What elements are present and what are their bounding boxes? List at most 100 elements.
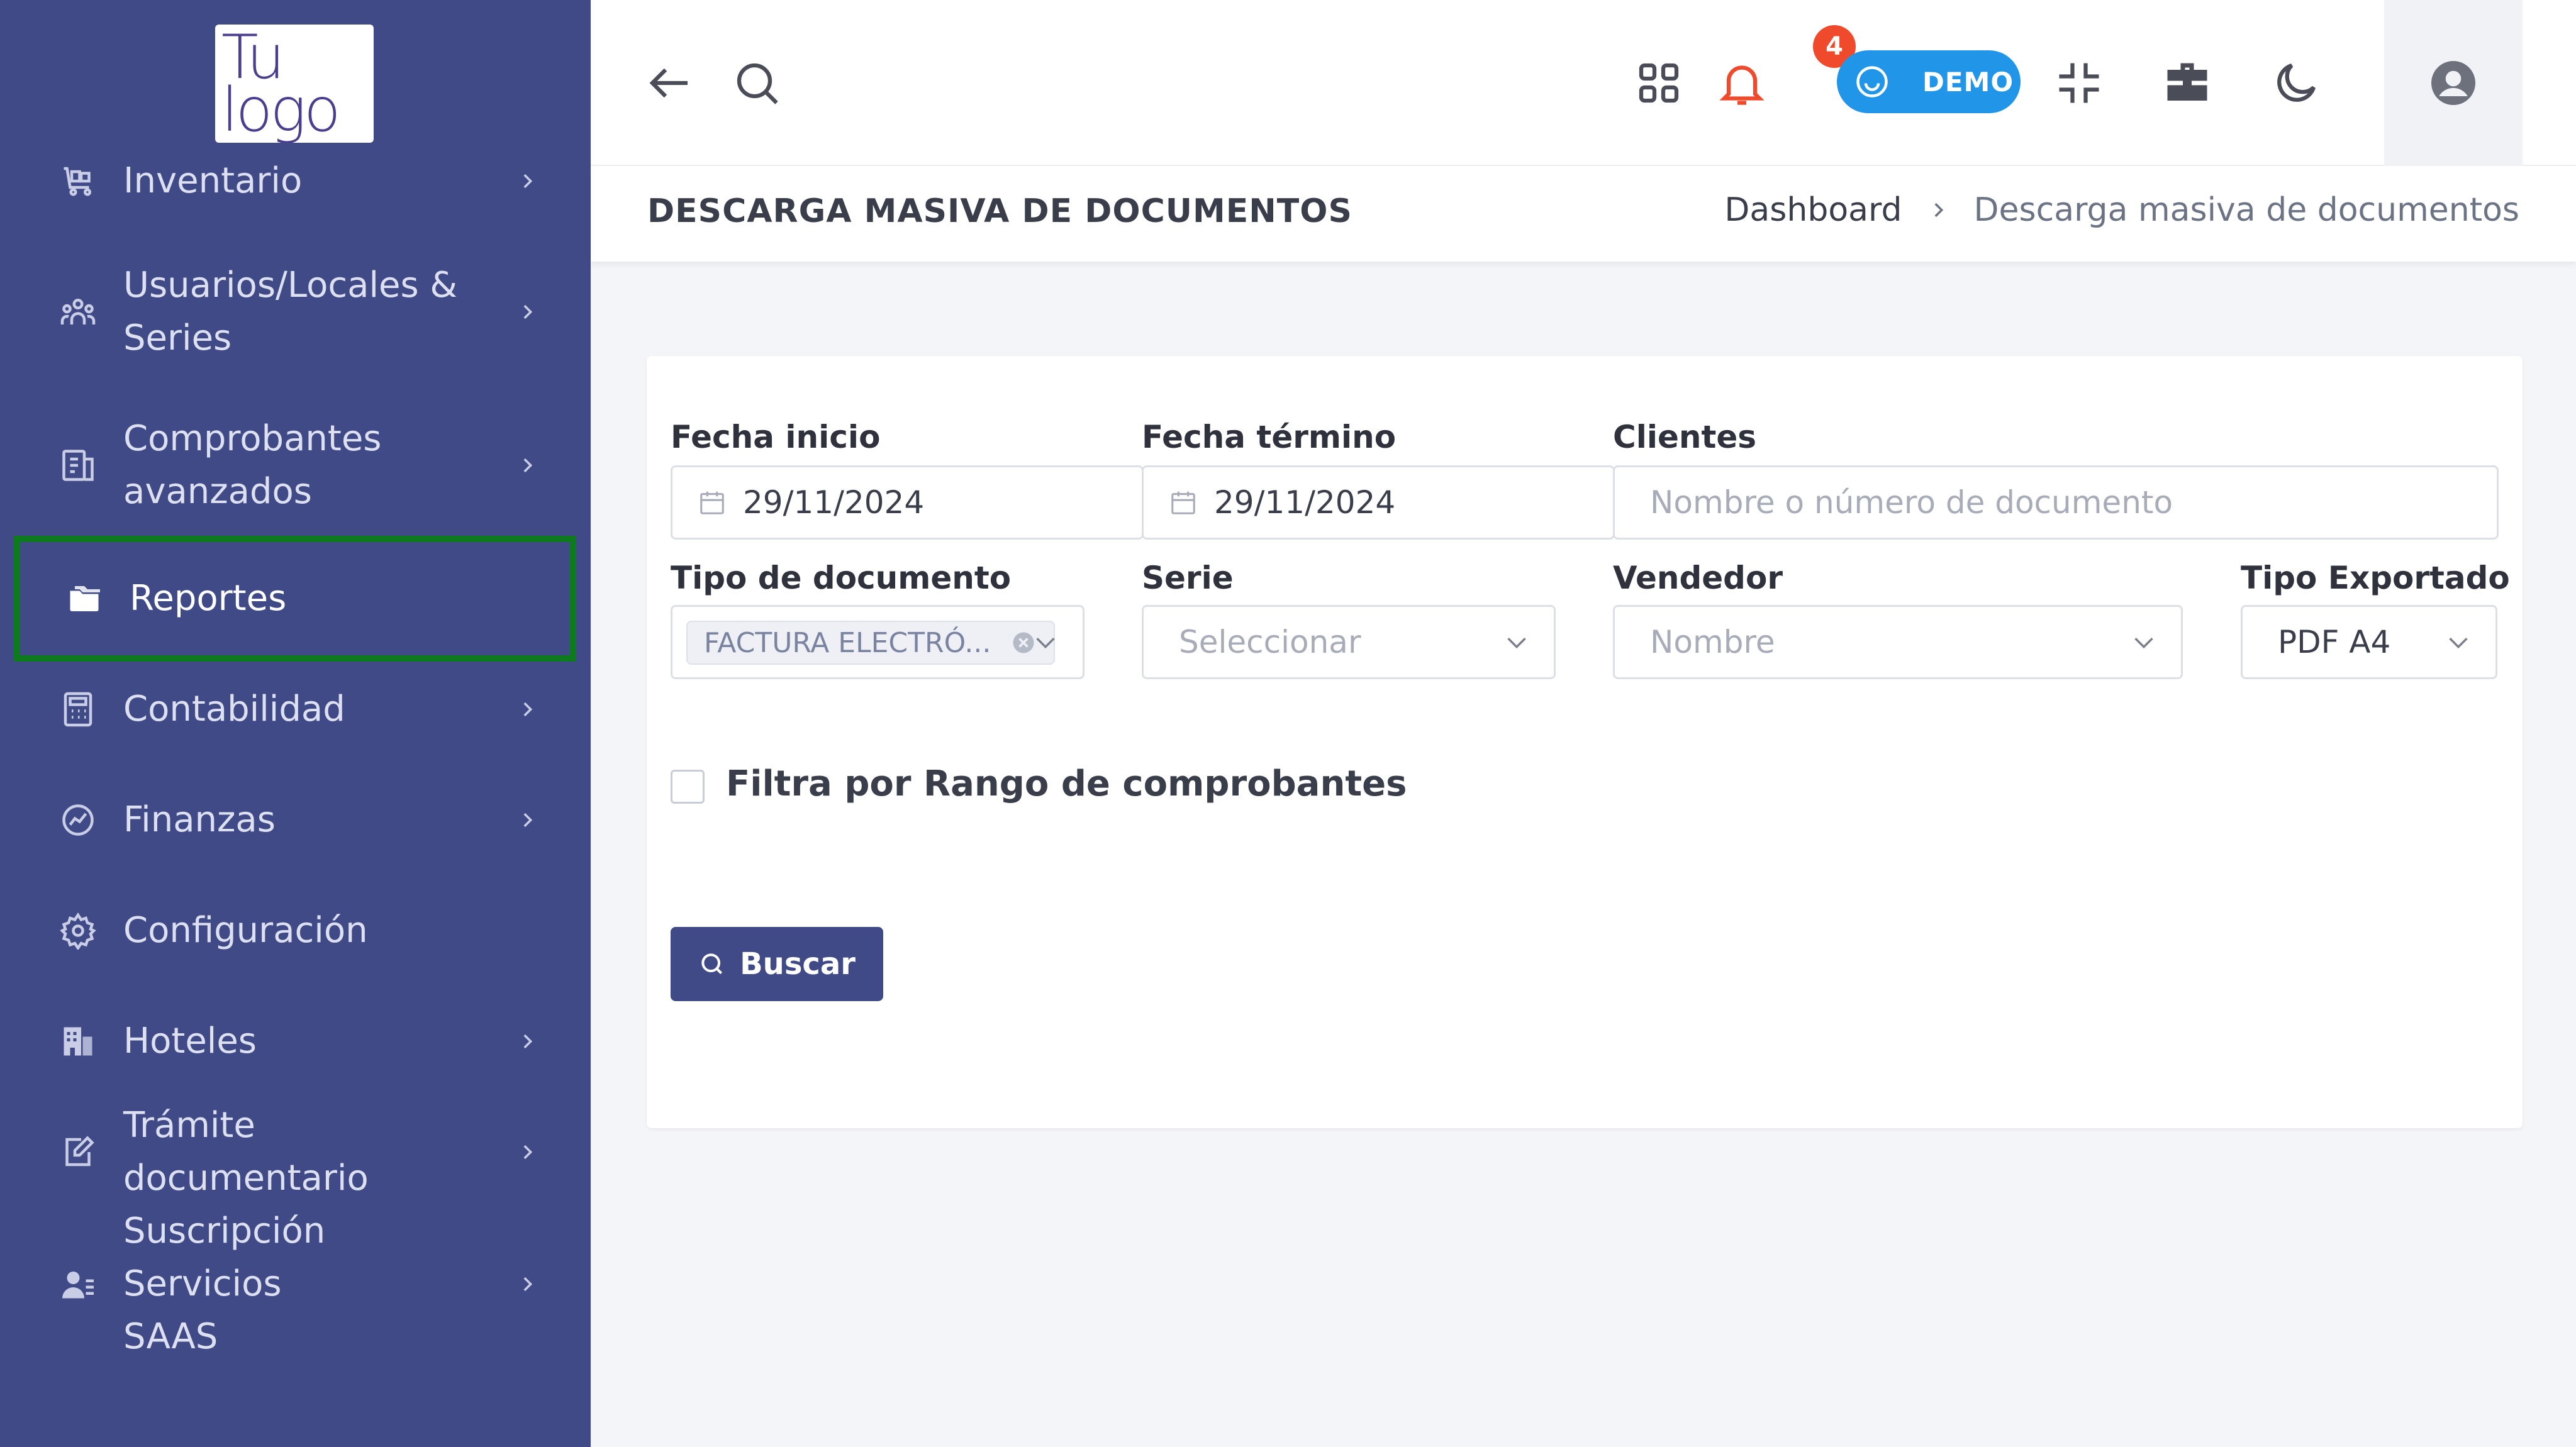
- clientes-input[interactable]: Nombre o número de documento: [1613, 465, 2499, 540]
- chevron-down-icon: [1507, 638, 1526, 649]
- gear-icon: [58, 911, 98, 951]
- breadcrumb: Dashboard Descarga masiva de documentos: [1724, 191, 2519, 229]
- sidebar-item-label: Finanzas: [123, 799, 276, 840]
- dark-mode-button[interactable]: [2267, 54, 2325, 112]
- vendedor-placeholder: Nombre: [1650, 624, 1775, 660]
- sidebar-item-contabilidad[interactable]: Contabilidad: [0, 683, 591, 736]
- chevron-right-icon: [1934, 202, 1943, 218]
- selected-tag-label: FACTURA ELECTRÓ...: [704, 626, 991, 659]
- chevron-right-icon: [515, 1272, 540, 1297]
- sidebar-item-label: Suscripción Servicios SAAS: [123, 1211, 326, 1357]
- page-title: DESCARGA MASIVA DE DOCUMENTOS: [647, 192, 1352, 230]
- sidebar-item-label: Trámite documentario: [123, 1105, 369, 1199]
- rango-comprobantes-label[interactable]: Filtra por Rango de comprobantes: [726, 763, 1407, 804]
- sidebar-item-inventario[interactable]: Inventario: [0, 155, 591, 208]
- folder-files-icon: [64, 579, 104, 619]
- sidebar-item-label: Inventario: [123, 160, 303, 201]
- chevron-down-icon: [2449, 638, 2468, 649]
- sidebar-item-hoteles[interactable]: Hoteles: [0, 1015, 591, 1068]
- sidebar-item-label: Comprobantes avanzados: [123, 418, 382, 512]
- sidebar-item-label: Configuración: [123, 910, 368, 951]
- briefcase-icon: [2167, 63, 2207, 101]
- chevron-right-icon: [515, 807, 540, 833]
- selected-tag: FACTURA ELECTRÓ...: [686, 621, 1056, 665]
- tipo-documento-label: Tipo de documento: [671, 560, 1012, 596]
- chart-circle-icon: [58, 800, 98, 840]
- search-icon: [701, 953, 723, 975]
- calculator-icon: [58, 689, 98, 729]
- demo-label: DEMO: [1922, 66, 2014, 97]
- bell-icon: [1719, 65, 1765, 105]
- sidebar-item-configuracion[interactable]: Configuración: [0, 904, 591, 957]
- topbar: 4 DEMO: [591, 0, 2576, 166]
- sidebar-item-usuarios-locales-series[interactable]: Usuarios/Locales & Series: [0, 259, 591, 365]
- breadcrumb-current: Descarga masiva de documentos: [1973, 191, 2519, 229]
- sidebar-item-comprobantes-avanzados[interactable]: Comprobantes avanzados: [0, 413, 591, 518]
- receipt-export-icon: [58, 445, 98, 485]
- sidebar-item-tramite-documentario[interactable]: Trámite documentario: [0, 1105, 591, 1199]
- moon-icon: [2277, 63, 2316, 102]
- chevron-right-icon: [515, 697, 540, 722]
- grid-icon: [1639, 63, 1679, 103]
- fecha-termino-input[interactable]: 29/11/2024: [1142, 465, 1615, 540]
- serie-label: Serie: [1142, 560, 1234, 596]
- chevron-down-icon: [1036, 638, 1055, 649]
- arrow-left-icon: [649, 68, 688, 98]
- users-group-icon: [58, 292, 98, 332]
- warehouse-cart-icon: [58, 161, 98, 201]
- sidebar-item-label: Hoteles: [123, 1021, 257, 1062]
- clientes-label: Clientes: [1613, 419, 1757, 455]
- chevron-right-icon: [515, 299, 540, 324]
- briefcase-button[interactable]: [2158, 54, 2216, 112]
- sidebar-item-label: Contabilidad: [123, 689, 345, 729]
- back-button[interactable]: [641, 54, 699, 112]
- calendar-icon: [700, 491, 724, 514]
- collapse-button[interactable]: [2050, 54, 2108, 112]
- logo-text-line2: logo: [221, 75, 341, 145]
- serie-placeholder: Seleccionar: [1179, 624, 1361, 660]
- chevron-right-icon: [515, 1139, 540, 1165]
- chevron-right-icon: [515, 1029, 540, 1054]
- logo[interactable]: Tu logo: [215, 25, 374, 143]
- search-icon: [737, 63, 778, 104]
- rango-comprobantes-checkbox[interactable]: [671, 770, 705, 804]
- tipo-documento-select[interactable]: FACTURA ELECTRÓ...: [671, 605, 1084, 679]
- demo-toggle[interactable]: DEMO: [1837, 50, 2021, 113]
- vendedor-select[interactable]: Nombre: [1613, 605, 2183, 679]
- sidebar-item-reportes[interactable]: Reportes: [14, 536, 576, 662]
- document-edit-icon: [58, 1132, 98, 1172]
- fecha-termino-label: Fecha término: [1142, 419, 1397, 455]
- fecha-inicio-input[interactable]: 29/11/2024: [671, 465, 1144, 540]
- breadcrumb-dashboard[interactable]: Dashboard: [1724, 191, 1902, 229]
- vendedor-label: Vendedor: [1613, 560, 1783, 596]
- tipo-exportado-select[interactable]: PDF A4: [2241, 605, 2497, 679]
- minimize-icon: [2059, 63, 2099, 103]
- serie-select[interactable]: Seleccionar: [1142, 605, 1556, 679]
- sidebar-item-label: Usuarios/Locales & Series: [123, 265, 458, 358]
- buscar-button-label: Buscar: [740, 946, 856, 982]
- smile-icon: [1856, 66, 1888, 97]
- fecha-termino-value: 29/11/2024: [1214, 484, 1396, 521]
- user-list-icon: [58, 1264, 98, 1304]
- page-header: DESCARGA MASIVA DE DOCUMENTOS Dashboard …: [591, 166, 2576, 262]
- sidebar-item-finanzas[interactable]: Finanzas: [0, 794, 591, 846]
- sidebar-item-suscripcion-servicios-saas[interactable]: Suscripción Servicios SAAS: [0, 1211, 591, 1357]
- chevron-right-icon: [515, 453, 540, 478]
- tipo-exportado-label: Tipo Exportado: [2241, 560, 2510, 596]
- buscar-button[interactable]: Buscar: [671, 927, 883, 1001]
- user-avatar-icon: [2431, 61, 2475, 105]
- search-button[interactable]: [728, 54, 786, 112]
- fecha-inicio-label: Fecha inicio: [671, 419, 881, 455]
- chevron-down-icon: [2134, 638, 2153, 649]
- fecha-inicio-value: 29/11/2024: [743, 484, 925, 521]
- tipo-exportado-value: PDF A4: [2278, 624, 2391, 660]
- clientes-placeholder: Nombre o número de documento: [1650, 484, 2173, 521]
- sidebar-item-label: Reportes: [130, 578, 287, 619]
- user-menu-button[interactable]: [2384, 0, 2523, 166]
- sidebar: Tu logo Inventario Usuarios/Locales & Se…: [0, 0, 591, 1447]
- apps-grid-button[interactable]: [1630, 54, 1688, 112]
- chevron-right-icon: [515, 169, 540, 194]
- hotel-building-icon: [58, 1021, 98, 1062]
- notifications-button[interactable]: [1713, 54, 1771, 112]
- calendar-icon: [1171, 491, 1195, 514]
